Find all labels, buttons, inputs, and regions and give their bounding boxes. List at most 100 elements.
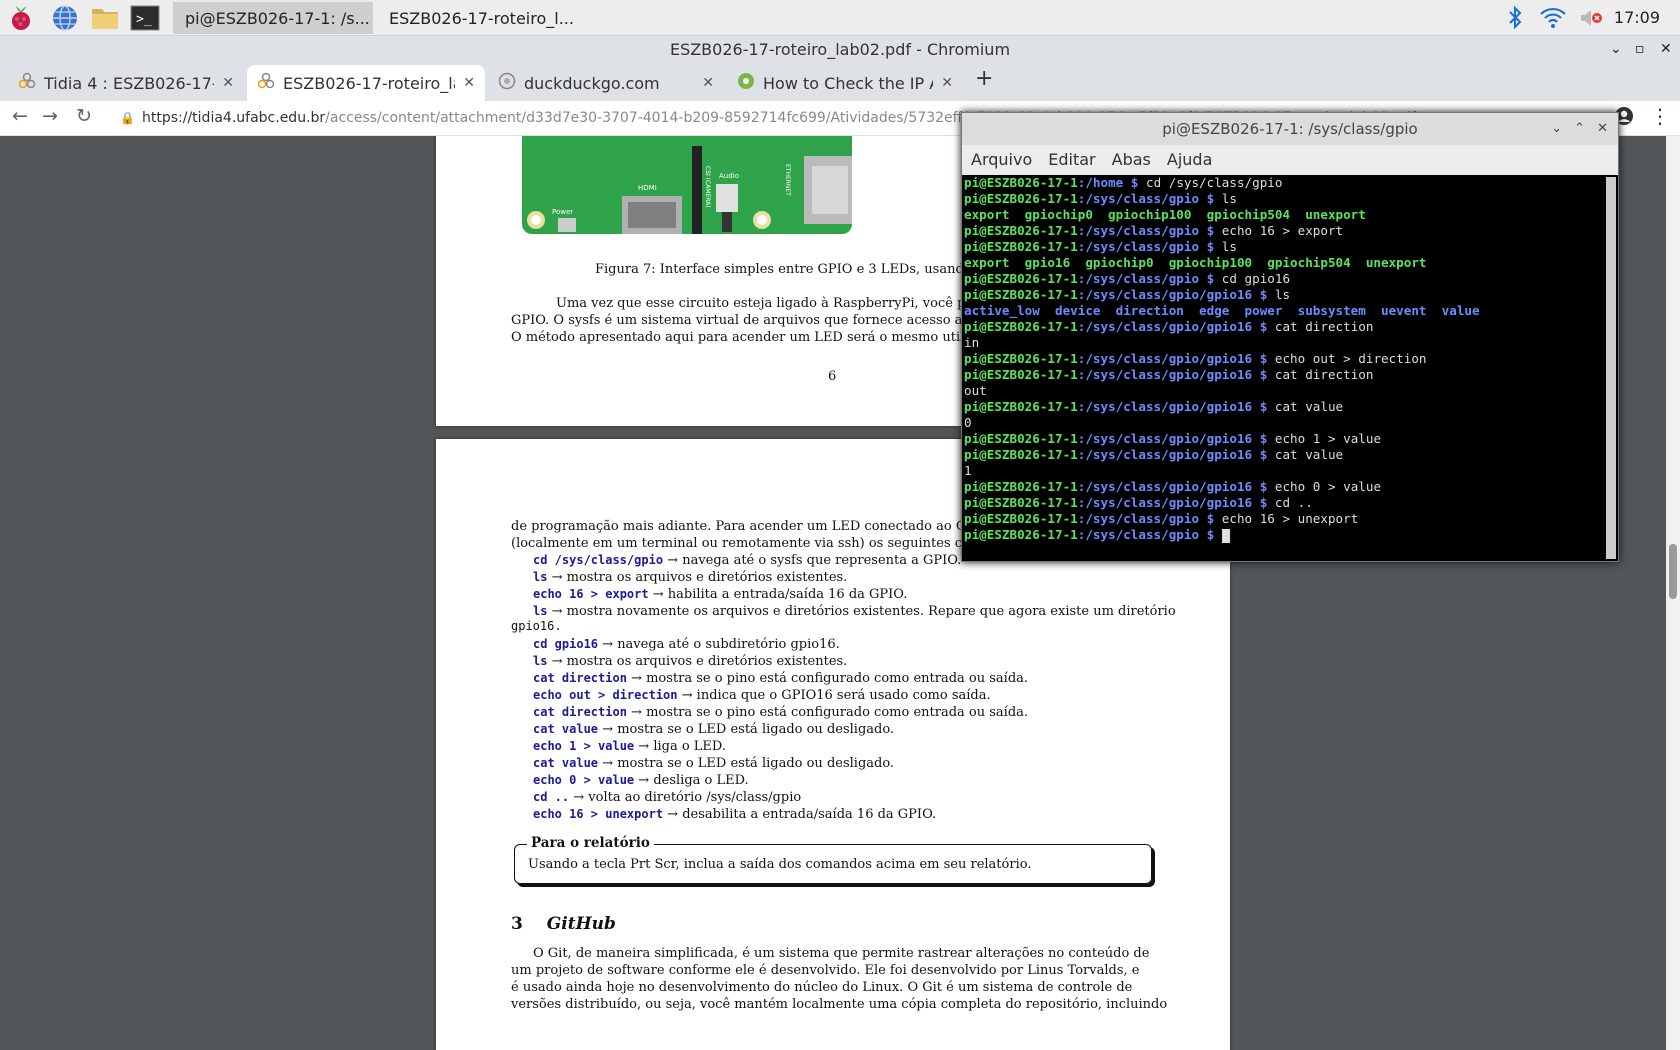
forward-icon[interactable]: → [42,105,58,127]
command-list-item: echo 0 > value → desliga o LED. [533,773,749,788]
command-description: → volta ao diretório /sys/class/gpio [569,790,802,805]
prompt-command: echo 16 > unexport [1221,511,1359,526]
command-list-item: ls → mostra os arquivos e diretórios exi… [533,570,847,585]
prompt-path: :/sys/class/gpio $ [1077,191,1222,206]
tab-close-icon[interactable]: ✕ [702,75,714,91]
reload-icon[interactable]: ↻ [76,105,92,127]
paragraph-line: um projeto de software conforme ele é de… [511,963,1140,978]
terminal-icon[interactable]: >_ [130,3,160,33]
minimize-icon[interactable]: ⌄ [1610,41,1622,57]
tab-roteiro-pdf[interactable]: ESZB026-17-roteiro_lab0 ✕ [247,65,485,101]
terminal-menubar: Arquivo Editar Abas Ajuda [962,145,1618,175]
wifi-icon[interactable] [1538,3,1568,33]
prompt-user: pi@ESZB026-17-1 [964,271,1078,286]
command-list-item: ls → mostra novamente os arquivos e dire… [533,604,1176,619]
prompt-path: :/sys/class/gpio/gpio16 $ [1077,319,1275,334]
prompt-command: cat value [1274,447,1344,462]
prompt-command: ls [1274,287,1291,302]
command-list-item: cd gpio16 → navega até o subdiretório gp… [533,637,840,652]
terminal-scrollbar[interactable] [1606,177,1616,559]
prompt-user: pi@ESZB026-17-1 [964,479,1078,494]
prompt-user: pi@ESZB026-17-1 [964,191,1078,206]
pdf-scrollbar[interactable] [1666,136,1680,1050]
prompt-command: cd gpio16 [1221,271,1291,286]
command-description: → mostra se o pino está configurado como… [626,671,1029,686]
terminal-line: 1 [964,463,1604,479]
back-icon[interactable]: ← [12,105,28,127]
command-description: → mostra os arquivos e diretórios existe… [547,654,848,669]
menu-abas[interactable]: Abas [1112,145,1151,175]
paragraph-line: Uma vez que esse circuito esteja ligado … [556,296,990,311]
menu-ajuda[interactable]: Ajuda [1167,145,1213,175]
terminal-line: pi@ESZB026-17-1:/sys/class/gpio/gpio16 $… [964,447,1604,463]
terminal-window[interactable]: pi@ESZB026-17-1: /sys/class/gpio ⌄ ⌃ ✕ A… [961,112,1619,562]
menu-arquivo[interactable]: Arquivo [971,145,1032,175]
terminal-titlebar[interactable]: pi@ESZB026-17-1: /sys/class/gpio ⌄ ⌃ ✕ [962,113,1618,145]
tab-label: duckduckgo.com [524,73,660,93]
terminal-line: pi@ESZB026-17-1:/sys/class/gpio $ ls [964,239,1604,255]
terminal-line: 0 [964,415,1604,431]
command-code: cd .. [533,790,570,804]
prompt-user: pi@ESZB026-17-1 [964,511,1078,526]
taskbar-task-terminal[interactable]: >_ pi@ESZB026-17-1: /s... [173,2,373,34]
pdf-scrollbar-thumb[interactable] [1669,544,1677,599]
tab-duckduckgo[interactable]: duckduckgo.com ✕ [488,65,724,101]
file-manager-icon[interactable] [90,3,120,33]
maximize-icon[interactable]: ⌃ [1574,113,1585,145]
volume-muted-icon[interactable] [1576,3,1606,33]
command-code: cat value [533,756,599,770]
terminal-line: in [964,335,1604,351]
close-window-icon[interactable]: ✕ [1597,113,1608,145]
tab-close-icon[interactable]: ✕ [463,75,475,91]
prompt-command: cat direction [1274,319,1374,334]
taskbar-task-chromium[interactable]: ESZB026-17-roteiro_l... [377,2,577,34]
command-code: cat direction [533,705,627,719]
prompt-user: pi@ESZB026-17-1 [964,175,1078,190]
web-browser-icon[interactable] [50,3,80,33]
prompt-path: :/sys/class/gpio $ [1077,511,1222,526]
minimize-icon[interactable]: ⌄ [1551,113,1562,145]
terminal-line: pi@ESZB026-17-1:/sys/class/gpio/gpio16 $… [964,495,1604,511]
report-box-title: Para o relatório [527,835,654,851]
tab-close-icon[interactable]: ✕ [941,75,953,91]
url-host: https://tidia4.ufabc.edu.br [142,110,326,126]
new-tab-button[interactable]: + [975,66,993,91]
clock: 17:09 [1613,8,1660,27]
prompt-command: ls [1221,239,1237,254]
tab-label: Tidia 4 : ESZB026-17-20 [44,73,214,93]
close-window-icon[interactable]: ✕ [1660,41,1672,57]
prompt-user: pi@ESZB026-17-1 [964,431,1078,446]
board-label-ethernet: ETHERNET [784,164,791,196]
prompt-user: pi@ESZB026-17-1 [964,399,1078,414]
report-box: Para o relatório Usando a tecla Prt Scr,… [514,835,1152,884]
tab-close-icon[interactable]: ✕ [222,75,234,91]
paragraph-line: GPIO. O sysfs é um sistema virtual de ar… [511,313,995,328]
prompt-path: :/sys/class/gpio/gpio16 $ [1077,351,1275,366]
board-label-audio: Audio [719,172,739,180]
raspberry-menu-icon[interactable] [6,3,36,33]
bluetooth-icon[interactable] [1500,3,1530,33]
tab-check-ip[interactable]: How to Check the IP Add ✕ [727,65,963,101]
terminal-output[interactable]: pi@ESZB026-17-1:/home $ cd /sys/class/gp… [964,175,1604,561]
tidia-favicon-icon [18,72,36,94]
terminal-line: pi@ESZB026-17-1:/sys/class/gpio/gpio16 $… [964,351,1604,367]
terminal-line: pi@ESZB026-17-1:/home $ cd /sys/class/gp… [964,175,1604,191]
lock-icon: 🔒 [120,111,135,125]
terminal-line: pi@ESZB026-17-1:/sys/class/gpio/gpio16 $… [964,479,1604,495]
command-list-item: cat direction → mostra se o pino está co… [533,671,1028,686]
command-code: cat direction [533,671,627,685]
prompt-path: :/sys/class/gpio $ [1077,223,1222,238]
menu-dots-icon[interactable]: ⋮ [1650,104,1670,128]
maximize-icon[interactable]: ▫ [1635,41,1645,57]
command-list-item: cat value → mostra se o LED está ligado … [533,722,894,737]
prompt-path: :/sys/class/gpio $ [1077,527,1222,542]
raspberry-pi-board-image: HDMI Audio Power CSI (CAMERA) ETHERNET [522,136,862,236]
menu-editar[interactable]: Editar [1048,145,1095,175]
svg-text:>_: >_ [136,12,152,27]
tab-tidia[interactable]: Tidia 4 : ESZB026-17-20 ✕ [8,65,244,101]
command-description: → navega até o subdiretório gpio16. [598,637,840,652]
paragraph-line: de programação mais adiante. Para acende… [511,519,975,534]
taskbar-task-label: pi@ESZB026-17-1: /s... [185,8,370,28]
command-code: cd gpio16 [533,637,599,651]
prompt-command: cat value [1274,399,1344,414]
